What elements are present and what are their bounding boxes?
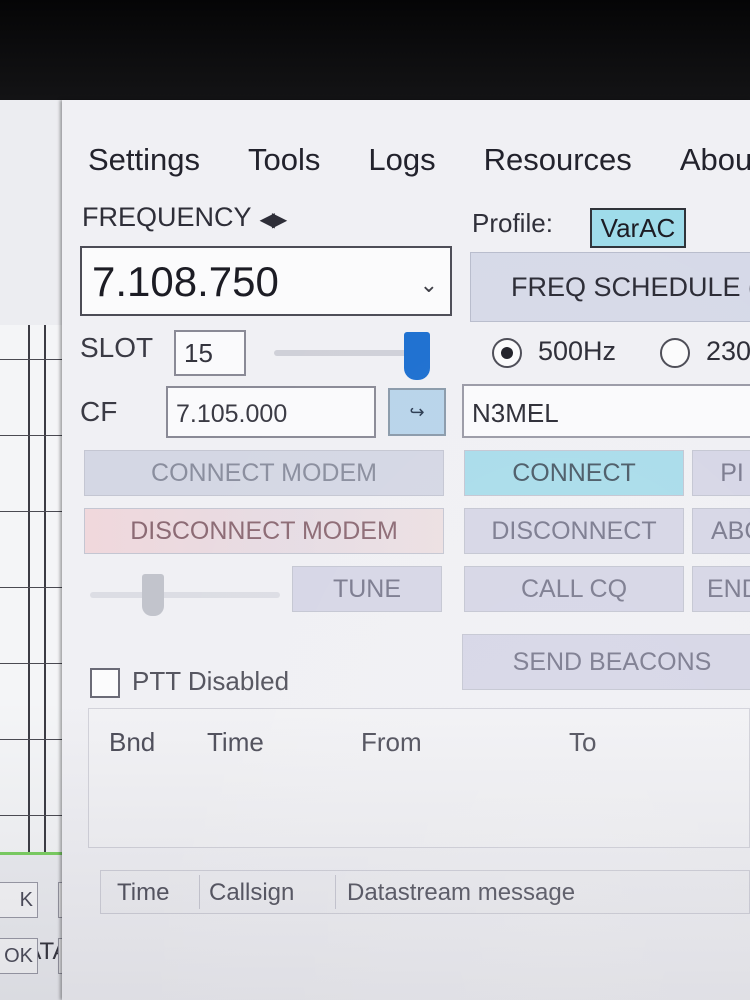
- col-header-time[interactable]: Time: [117, 879, 169, 907]
- col-header-to[interactable]: To: [569, 727, 596, 758]
- disconnect-button[interactable]: DISCONNECT: [464, 508, 684, 554]
- slot-slider-thumb[interactable]: [404, 332, 430, 380]
- monitor-bezel: [0, 0, 750, 105]
- connect-button[interactable]: CONNECT: [464, 450, 684, 496]
- menu-settings[interactable]: Settings: [88, 142, 200, 178]
- menu-bar: Settings Tools Logs Resources Abou: [88, 142, 750, 182]
- menu-tools[interactable]: Tools: [248, 142, 320, 178]
- slot-input[interactable]: 15: [174, 330, 246, 376]
- ptt-disabled-checkbox[interactable]: [90, 668, 120, 698]
- tune-level-thumb[interactable]: [142, 574, 164, 616]
- connect-modem-button[interactable]: CONNECT MODEM: [84, 450, 444, 496]
- slot-slider-track[interactable]: [274, 350, 422, 356]
- send-beacons-button[interactable]: SEND BEACONS: [462, 634, 750, 690]
- cf-label: CF: [80, 396, 118, 427]
- radio-2300hz-label: 230: [706, 336, 750, 366]
- disconnect-modem-button[interactable]: DISCONNECT MODEM: [84, 508, 444, 554]
- waterfall-grid: [0, 325, 70, 855]
- call-cq-button[interactable]: CALL CQ: [464, 566, 684, 612]
- profile-selector[interactable]: VarAC: [590, 208, 686, 248]
- left-right-arrows-icon[interactable]: ◀▶: [260, 209, 288, 231]
- freq-schedule-button[interactable]: FREQ SCHEDULE (: [470, 252, 750, 322]
- col-header-bnd[interactable]: Bnd: [109, 727, 155, 758]
- radio-2300hz[interactable]: [660, 338, 690, 368]
- log-table: Bnd Time From To: [88, 708, 750, 848]
- cf-input[interactable]: 7.105.000: [166, 386, 376, 438]
- col-header-time[interactable]: Time: [207, 727, 264, 758]
- varac-window: Settings Tools Logs Resources Abou FREQUENCY…: [62, 100, 750, 1000]
- tune-level-track[interactable]: [90, 592, 280, 598]
- left-button-ok[interactable]: OK: [0, 938, 38, 974]
- menu-resources[interactable]: Resources: [484, 142, 632, 178]
- callsign-input[interactable]: N3MEL: [462, 384, 750, 438]
- abort-button[interactable]: ABC: [692, 508, 750, 554]
- end-button[interactable]: END: [692, 566, 750, 612]
- tune-button[interactable]: TUNE: [292, 566, 442, 612]
- frequency-label: FREQUENCY ◀▶: [82, 202, 288, 233]
- col-header-datastream-message[interactable]: Datastream message: [347, 879, 575, 907]
- col-header-callsign[interactable]: Callsign: [209, 879, 294, 907]
- slot-label: SLOT: [80, 332, 154, 363]
- frequency-dropdown[interactable]: 7.108.750 ⌄: [80, 246, 452, 316]
- col-header-from[interactable]: From: [361, 727, 422, 758]
- column-divider[interactable]: [335, 875, 336, 909]
- frequency-label-text: FREQUENCY: [82, 202, 252, 232]
- radio-500hz[interactable]: [492, 338, 522, 368]
- ptt-disabled-label: PTT Disabled: [132, 666, 290, 696]
- menu-about[interactable]: Abou: [680, 142, 750, 178]
- return-arrow-icon[interactable]: ↪: [388, 388, 446, 436]
- left-button-k[interactable]: K: [0, 882, 38, 918]
- datastream-table: Time Callsign Datastream message: [100, 870, 750, 914]
- profile-label: Profile:: [472, 208, 553, 238]
- menu-logs[interactable]: Logs: [368, 142, 435, 178]
- ping-button[interactable]: PI: [692, 450, 750, 496]
- column-divider[interactable]: [199, 875, 200, 909]
- chevron-down-icon[interactable]: ⌄: [420, 272, 438, 298]
- radio-500hz-label: 500Hz: [538, 336, 617, 366]
- frequency-value: 7.108.750: [92, 258, 279, 305]
